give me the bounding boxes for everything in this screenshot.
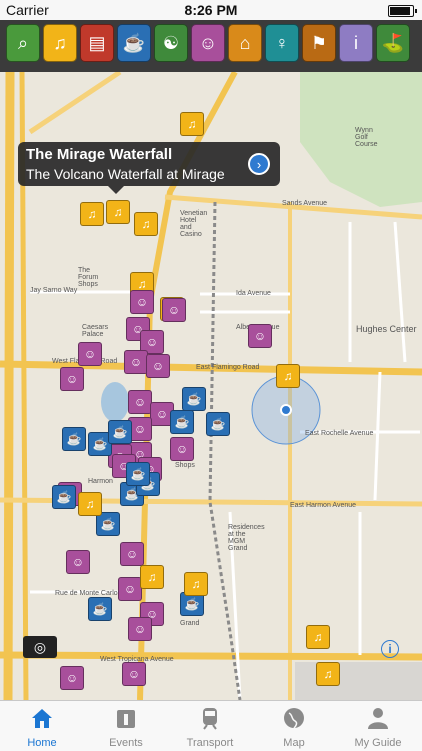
dining-pin[interactable]: ☕ xyxy=(206,412,230,436)
dining-pin[interactable]: ☕ xyxy=(170,410,194,434)
theater-pin[interactable]: ☺ xyxy=(60,666,84,690)
venetian-label: Venetian Hotel and Casino xyxy=(180,210,208,238)
dining-pin[interactable]: ☕ xyxy=(126,462,150,486)
jay-sarno-label: Jay Sarno Way xyxy=(30,287,78,294)
tab-label: Events xyxy=(109,737,143,749)
map-info-button[interactable]: i xyxy=(381,640,399,658)
theater-pin[interactable]: ☺ xyxy=(162,298,186,322)
category-spa-button[interactable]: ☯ xyxy=(154,24,188,62)
category-attractions-button[interactable]: ⌂ xyxy=(228,24,262,62)
theater-pin[interactable]: ☺ xyxy=(130,290,154,314)
category-filter-bar: ⌕ ♫ ▤ ☕ ☯ ☺ ⌂ ♀ ⚑ i ⛳ xyxy=(0,20,422,72)
clock: 8:26 PM xyxy=(184,2,238,18)
callout-detail-button[interactable]: › xyxy=(248,153,270,175)
monte-carlo-label: Rue de Monte Carlo xyxy=(55,590,118,597)
category-info-button[interactable]: i xyxy=(339,24,373,62)
tab-label: Home xyxy=(27,737,57,749)
tab-transport[interactable]: Transport xyxy=(168,701,252,751)
theater-pin[interactable]: ☺ xyxy=(128,390,152,414)
caesars-label: Caesars Palace xyxy=(82,324,109,338)
show-ticket-pin[interactable]: ♫ xyxy=(78,492,102,516)
dining-pin[interactable]: ☕ xyxy=(182,387,206,411)
flamingo-label: East Flamingo Road xyxy=(196,364,260,371)
theater-masks-icon: ☺ xyxy=(198,32,218,53)
category-dining-button[interactable]: ☕ xyxy=(117,24,151,62)
theater-pin[interactable]: ☺ xyxy=(122,662,146,686)
tab-bar: Home Events Transport Map My Guide xyxy=(0,700,422,751)
home-icon xyxy=(29,705,55,731)
battery-icon xyxy=(388,5,417,17)
show-ticket-pin[interactable]: ♫ xyxy=(276,364,300,388)
wynn-label: Wynn Golf Course xyxy=(355,127,378,148)
category-hotels-button[interactable]: ▤ xyxy=(80,24,114,62)
category-shows-button[interactable]: ♫ xyxy=(43,24,77,62)
train-icon xyxy=(197,705,223,731)
theater-pin[interactable]: ☺ xyxy=(60,367,84,391)
person-icon xyxy=(365,705,391,731)
tab-label: Map xyxy=(283,737,305,749)
theater-pin[interactable]: ☺ xyxy=(146,354,170,378)
show-ticket-pin[interactable]: ♫ xyxy=(80,202,104,226)
coffee-cup-icon: ☕ xyxy=(122,32,146,53)
theater-pin[interactable]: ☺ xyxy=(124,350,148,374)
dining-pin[interactable]: ☕ xyxy=(62,427,86,451)
tab-label: My Guide xyxy=(354,737,402,749)
locate-me-button[interactable]: ◎ xyxy=(23,636,57,658)
show-ticket-pin[interactable]: ♫ xyxy=(184,572,208,596)
dining-pin[interactable]: ☕ xyxy=(52,485,76,509)
category-search-button[interactable]: ⌕ xyxy=(6,24,40,62)
grand-label: Grand xyxy=(180,620,200,627)
info-icon: i xyxy=(354,32,358,53)
show-ticket-pin[interactable]: ♫ xyxy=(306,625,330,649)
tab-home[interactable]: Home xyxy=(0,701,84,751)
theater-pin[interactable]: ☺ xyxy=(78,342,102,366)
theater-pin[interactable]: ☺ xyxy=(66,550,90,574)
tab-map[interactable]: Map xyxy=(252,701,336,751)
callout[interactable]: The Mirage Waterfall The Volcano Waterfa… xyxy=(18,142,280,194)
map-view[interactable]: Venetian Hotel and Casino The Forum Shop… xyxy=(0,72,422,700)
show-ticket-pin[interactable]: ♫ xyxy=(180,112,204,136)
yin-yang-icon: ☯ xyxy=(162,32,180,53)
sands-label: Sands Avenue xyxy=(282,200,328,207)
category-golf-button[interactable]: ⛳ xyxy=(376,24,410,62)
status-bar: Carrier 8:26 PM xyxy=(0,0,422,20)
ida-label: Ida Avenue xyxy=(236,290,271,297)
globe-icon xyxy=(281,705,307,731)
dining-pin[interactable]: ☕ xyxy=(88,597,112,621)
bed-icon: ▤ xyxy=(88,32,106,53)
tab-my-guide[interactable]: My Guide xyxy=(336,701,420,751)
calendar-icon xyxy=(113,705,139,731)
show-ticket-pin[interactable]: ♫ xyxy=(106,200,130,224)
dining-pin[interactable]: ☕ xyxy=(108,420,132,444)
category-theater-button[interactable]: ☺ xyxy=(191,24,225,62)
tab-label: Transport xyxy=(186,737,234,749)
tab-events[interactable]: Events xyxy=(84,701,168,751)
hiker-icon: ⚑ xyxy=(310,32,328,53)
theater-tickets-icon: ♫ xyxy=(53,32,67,53)
mgm-label: Residences at the MGM Grand xyxy=(228,524,265,552)
harmon-label: East Harmon Avenue xyxy=(290,502,357,509)
callout-title: The Mirage Waterfall xyxy=(26,146,173,163)
harmon-west-label: Harmon xyxy=(88,478,113,485)
golf-club-icon: ⛳ xyxy=(381,32,405,53)
show-ticket-pin[interactable]: ♫ xyxy=(316,662,340,686)
category-outdoors-button[interactable]: ⚑ xyxy=(302,24,336,62)
show-ticket-pin[interactable]: ♫ xyxy=(140,565,164,589)
hughes-label: Hughes Center xyxy=(356,324,417,334)
theater-pin[interactable]: ☺ xyxy=(118,577,142,601)
theater-pin[interactable]: ☺ xyxy=(248,324,272,348)
category-nightlife-button[interactable]: ♀ xyxy=(265,24,299,62)
museum-icon: ⌂ xyxy=(239,32,251,53)
search-icon: ⌕ xyxy=(17,32,29,53)
theater-pin[interactable]: ☺ xyxy=(128,617,152,641)
show-ticket-pin[interactable]: ♫ xyxy=(134,212,158,236)
forum-shops-label: The Forum Shops xyxy=(78,267,99,288)
callout-pointer xyxy=(108,186,124,194)
theater-pin[interactable]: ☺ xyxy=(120,542,144,566)
rochelle-label: East Rochelle Avenue xyxy=(305,430,374,437)
callout-subtitle: The Volcano Waterfall at Mirage xyxy=(26,166,225,182)
dancer-icon: ♀ xyxy=(275,32,289,53)
theater-pin[interactable]: ☺ xyxy=(170,437,194,461)
